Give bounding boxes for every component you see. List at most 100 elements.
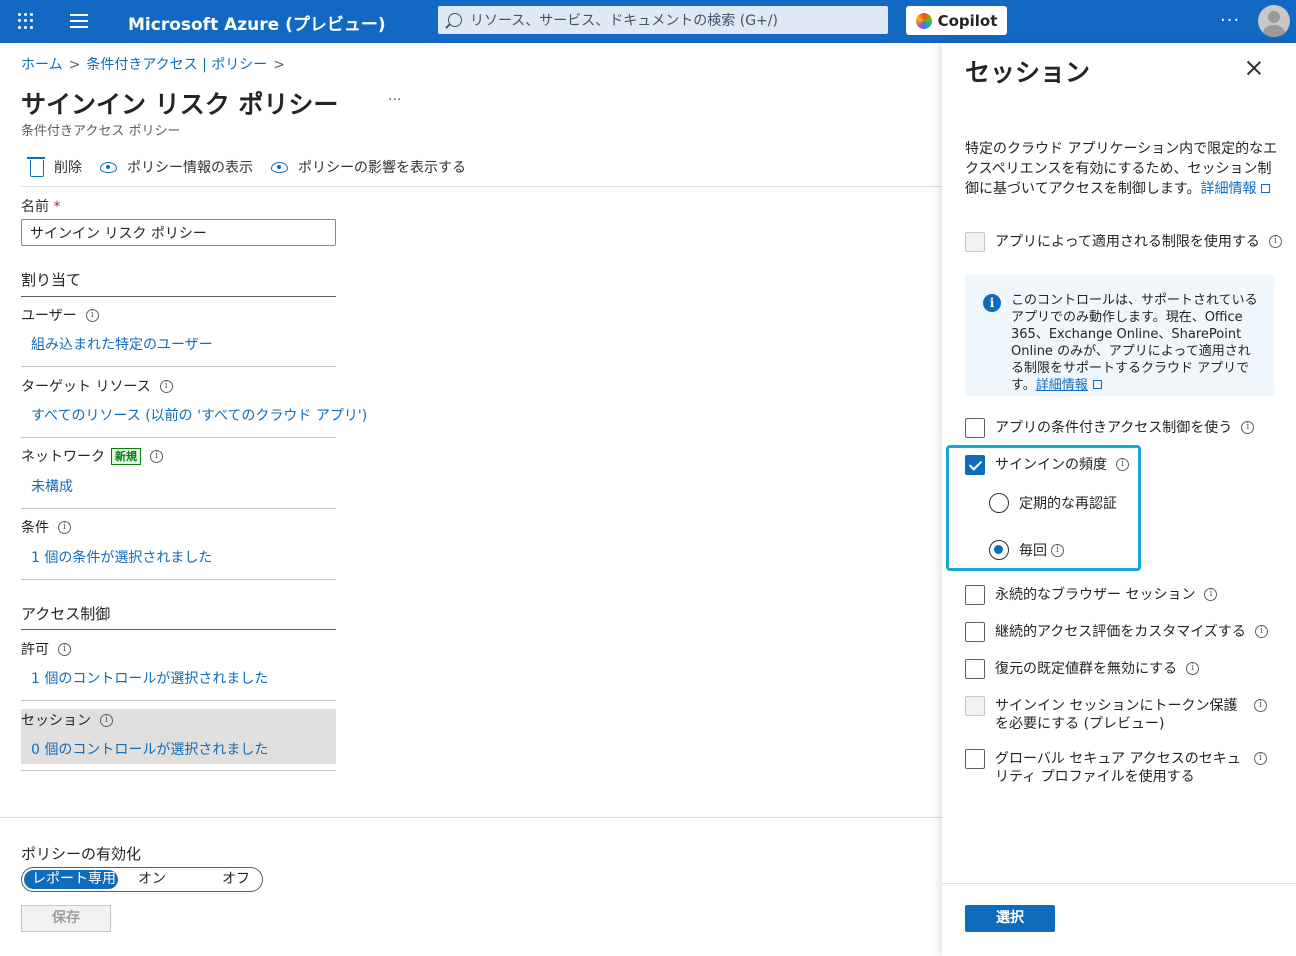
info-icon[interactable]: i bbox=[1241, 421, 1255, 434]
command-bar: 削除 ポリシー情報の表示 ポリシーの影響を表示する bbox=[27, 157, 484, 177]
info-icon[interactable]: i bbox=[159, 379, 173, 393]
view-info-label: ポリシー情報の表示 bbox=[127, 160, 253, 176]
info-message-bar: i このコントロールは、サポートされているアプリでのみ動作します。現在、Offi… bbox=[965, 275, 1274, 396]
info-icon[interactable]: i bbox=[1204, 588, 1218, 601]
avatar[interactable] bbox=[1258, 5, 1290, 37]
app-launcher-icon[interactable] bbox=[16, 11, 36, 31]
persistent-browser-option: 永続的なブラウザー セッション i bbox=[965, 585, 1218, 605]
toggle-off[interactable]: オフ bbox=[214, 870, 258, 889]
persistent-browser-checkbox[interactable] bbox=[965, 585, 985, 605]
name-input[interactable] bbox=[21, 219, 336, 246]
copilot-button[interactable]: Copilot bbox=[906, 6, 1007, 35]
app-ca-control-label: アプリの条件付きアクセス制御を使う bbox=[995, 420, 1233, 436]
grant-link[interactable]: 1 個のコントロールが選択されました bbox=[31, 668, 268, 688]
info-icon[interactable]: i bbox=[100, 713, 113, 727]
target-resources-link[interactable]: すべてのリソース (以前の 'すべてのクラウド アプリ') bbox=[31, 405, 367, 425]
users-label: ユーザー i bbox=[21, 305, 99, 325]
periodic-reauth-label: 定期的な再認証 bbox=[1019, 496, 1117, 512]
info-icon[interactable]: i bbox=[1254, 752, 1267, 765]
panel-title: セッション bbox=[965, 58, 1091, 87]
view-policy-impact-button[interactable]: ポリシーの影響を表示する bbox=[271, 157, 466, 177]
info-icon[interactable]: i bbox=[1186, 662, 1200, 675]
divider bbox=[21, 770, 336, 771]
divider bbox=[21, 579, 336, 580]
page-subtitle: 条件付きアクセス ポリシー bbox=[21, 124, 181, 139]
breadcrumb-separator: > bbox=[68, 57, 81, 73]
search-placeholder: リソース、サービス、ドキュメントの検索 (G+/) bbox=[470, 13, 778, 29]
breadcrumb-home[interactable]: ホーム bbox=[21, 57, 63, 73]
session-link[interactable]: 0 個のコントロールが選択されました bbox=[31, 739, 268, 759]
token-protection-checkbox[interactable] bbox=[965, 696, 985, 716]
signin-frequency-label: サインインの頻度 bbox=[995, 457, 1107, 473]
external-link-icon bbox=[1092, 380, 1102, 389]
disable-resilience-option: 復元の既定値群を無効にする i bbox=[965, 659, 1200, 679]
message-learn-more-text: 詳細情報 bbox=[1035, 378, 1088, 393]
target-label-text: ターゲット リソース bbox=[21, 379, 151, 395]
info-icon[interactable]: i bbox=[85, 308, 99, 322]
app-enforced-checkbox[interactable] bbox=[965, 232, 985, 252]
network-label-text: ネットワーク bbox=[21, 449, 105, 465]
divider bbox=[21, 186, 942, 187]
brand-title[interactable]: Microsoft Azure (プレビュー) bbox=[128, 10, 386, 35]
message-learn-more-link[interactable]: 詳細情報 bbox=[1036, 378, 1088, 393]
new-badge: 新規 bbox=[111, 447, 141, 465]
enable-policy-label: ポリシーの有効化 bbox=[21, 845, 142, 863]
app-enforced-restrictions-option: アプリによって適用される制限を使用する i bbox=[965, 232, 1282, 252]
session-label-text: セッション bbox=[21, 713, 91, 729]
info-icon[interactable]: i bbox=[58, 520, 71, 534]
more-options-icon[interactable]: ··· bbox=[1220, 10, 1240, 31]
breadcrumb-parent[interactable]: 条件付きアクセス | ポリシー bbox=[86, 57, 267, 73]
target-resources-label: ターゲット リソース i bbox=[21, 376, 173, 396]
name-label: 名前 * bbox=[21, 196, 60, 216]
gsa-profile-label: グローバル セキュア アクセスのセキュリティ プロファイルを使用する bbox=[995, 751, 1241, 785]
periodic-reauth-option: 定期的な再認証 bbox=[989, 493, 1117, 513]
copilot-label: Copilot bbox=[937, 11, 998, 30]
info-icon[interactable]: i bbox=[58, 642, 71, 656]
required-mark: * bbox=[53, 199, 61, 215]
disable-resilience-checkbox[interactable] bbox=[965, 659, 985, 679]
enable-policy-toggle: レポート専用 オン オフ bbox=[21, 867, 263, 892]
toggle-on[interactable]: オン bbox=[130, 870, 174, 889]
info-icon[interactable]: i bbox=[1051, 543, 1064, 557]
info-icon[interactable]: i bbox=[1268, 235, 1282, 248]
breadcrumb: ホーム > 条件付きアクセス | ポリシー > bbox=[21, 54, 291, 74]
info-icon[interactable]: i bbox=[1254, 625, 1268, 638]
info-icon[interactable]: i bbox=[1116, 458, 1129, 471]
delete-label: 削除 bbox=[54, 160, 82, 176]
select-button[interactable]: 選択 bbox=[965, 905, 1055, 932]
name-label-text: 名前 bbox=[21, 199, 49, 215]
users-link[interactable]: 組み込まれた特定のユーザー bbox=[31, 334, 213, 354]
divider bbox=[21, 629, 336, 630]
menu-icon[interactable] bbox=[70, 14, 88, 28]
signin-frequency-checkbox[interactable] bbox=[965, 455, 985, 475]
learn-more-link[interactable]: 詳細情報 bbox=[1200, 181, 1271, 197]
search-icon bbox=[448, 13, 462, 27]
conditions-link[interactable]: 1 個の条件が選択されました bbox=[31, 547, 212, 567]
divider bbox=[21, 700, 336, 701]
delete-button[interactable]: 削除 bbox=[27, 157, 82, 177]
view-impact-label: ポリシーの影響を表示する bbox=[298, 160, 466, 176]
gsa-profile-checkbox[interactable] bbox=[965, 749, 985, 769]
every-time-label: 毎回 bbox=[1019, 543, 1047, 559]
info-icon[interactable]: i bbox=[1254, 699, 1267, 712]
app-ca-control-checkbox[interactable] bbox=[965, 418, 985, 438]
save-button[interactable]: 保存 bbox=[21, 905, 111, 932]
copilot-icon bbox=[915, 12, 932, 29]
title-more-icon[interactable]: ··· bbox=[388, 92, 401, 108]
access-controls-header: アクセス制御 bbox=[21, 605, 111, 623]
every-time-radio[interactable] bbox=[989, 540, 1009, 560]
cae-checkbox[interactable] bbox=[965, 622, 985, 642]
network-link[interactable]: 未構成 bbox=[31, 476, 73, 496]
toggle-report-only[interactable]: レポート専用 bbox=[24, 870, 118, 889]
info-icon[interactable]: i bbox=[150, 449, 163, 463]
periodic-reauth-radio[interactable] bbox=[989, 493, 1009, 513]
signin-frequency-option: サインインの頻度 i bbox=[965, 455, 1129, 475]
persistent-browser-label: 永続的なブラウザー セッション bbox=[995, 587, 1196, 603]
search-input[interactable]: リソース、サービス、ドキュメントの検索 (G+/) bbox=[438, 6, 888, 34]
session-panel: セッション 特定のクラウド アプリケーション内で限定的なエクスペリエンスを有効に… bbox=[942, 43, 1296, 956]
external-link-icon bbox=[1261, 184, 1271, 193]
view-policy-info-button[interactable]: ポリシー情報の表示 bbox=[100, 157, 253, 177]
divider bbox=[21, 437, 336, 438]
close-icon[interactable] bbox=[1245, 59, 1263, 77]
assignments-header: 割り当て bbox=[21, 271, 82, 289]
